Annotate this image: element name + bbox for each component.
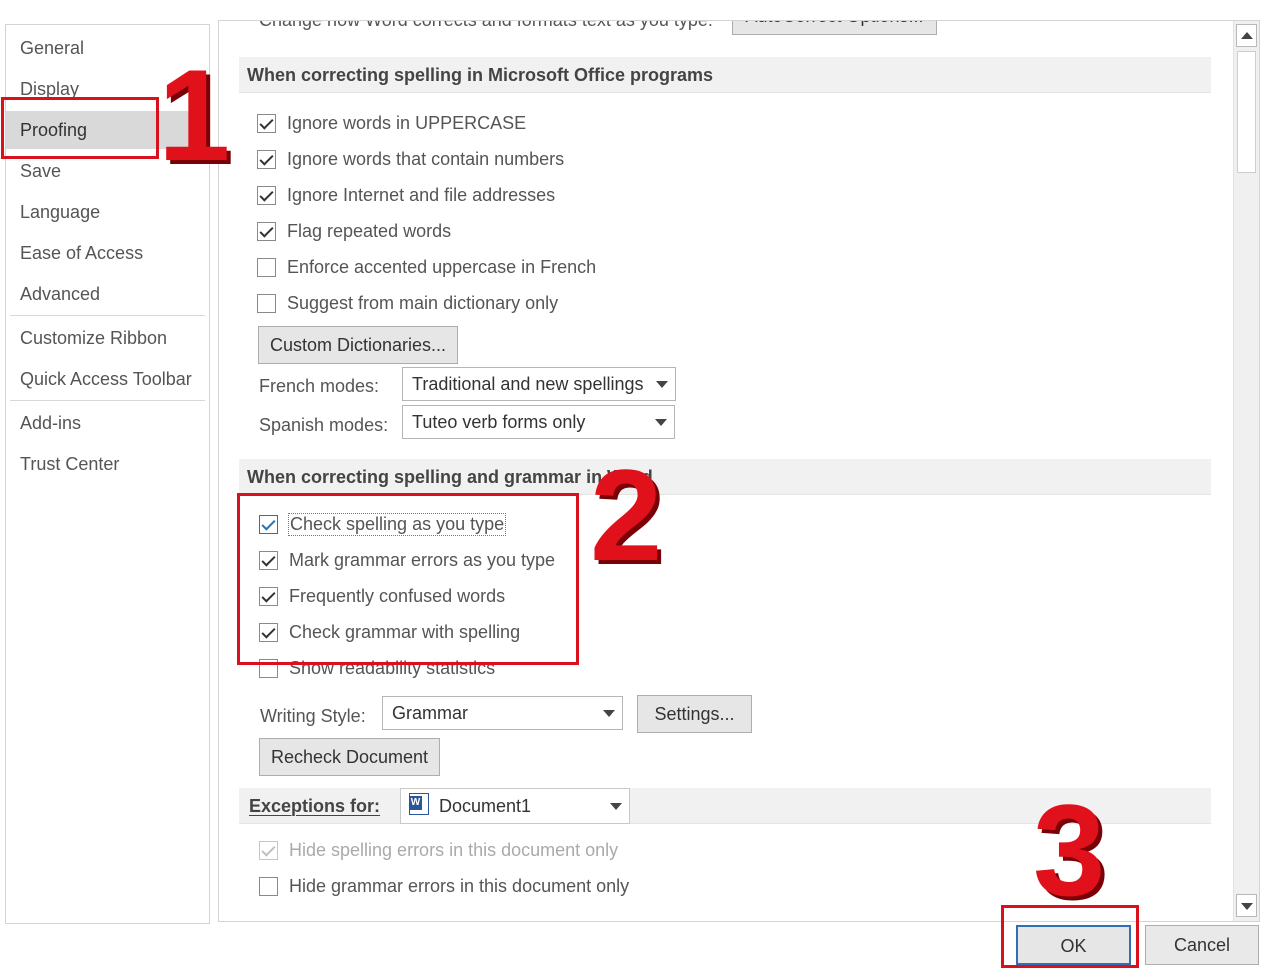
option-check-spelling-as-you-type[interactable]: Check spelling as you type: [259, 511, 507, 537]
ok-button[interactable]: OK: [1016, 925, 1131, 965]
option-label: Ignore Internet and file addresses: [287, 184, 556, 205]
option-hide-spelling-errors[interactable]: Hide spelling errors in this document on…: [259, 837, 618, 863]
nav-item-advanced[interactable]: Advanced: [6, 275, 209, 313]
checkbox[interactable]: [257, 113, 276, 133]
nav-separator: [10, 400, 205, 401]
cancel-button[interactable]: Cancel: [1145, 925, 1259, 965]
option-label: Check spelling as you type: [287, 512, 507, 536]
checkbox[interactable]: [259, 550, 278, 570]
scrollbar-thumb[interactable]: [1237, 51, 1256, 173]
dropdown-value: Traditional and new spellings: [412, 374, 644, 394]
section-office-spelling: When correcting spelling in Microsoft Of…: [239, 57, 1211, 93]
option-label: Suggest from main dictionary only: [287, 292, 559, 313]
scroll-down-icon[interactable]: [1236, 894, 1257, 917]
dropdown-value: Tuteo verb forms only: [412, 412, 586, 432]
option-label: Frequently confused words: [289, 585, 506, 606]
word-document-icon: [409, 793, 429, 815]
option-label: Enforce accented uppercase in French: [287, 256, 597, 277]
option-label: Hide grammar errors in this document onl…: [289, 875, 630, 896]
checkbox[interactable]: [257, 149, 276, 169]
checkbox[interactable]: [257, 257, 276, 277]
option-label: Mark grammar errors as you type: [289, 549, 556, 570]
recheck-document-button[interactable]: Recheck Document: [259, 738, 440, 776]
french-modes-dropdown[interactable]: Traditional and new spellings: [402, 367, 676, 401]
step-marker-1: 1: [158, 42, 231, 188]
option-show-readability-statistics[interactable]: Show readability statistics: [259, 655, 495, 681]
checkbox[interactable]: [259, 876, 278, 896]
french-modes-label: French modes:: [259, 376, 380, 396]
option-check-grammar-with-spelling[interactable]: Check grammar with spelling: [259, 619, 520, 645]
option-hide-grammar-errors[interactable]: Hide grammar errors in this document onl…: [259, 873, 629, 899]
step-marker-3: 3: [1033, 777, 1106, 923]
option-label: Ignore words that contain numbers: [287, 148, 565, 169]
option-main-dictionary-only[interactable]: Suggest from main dictionary only: [257, 290, 558, 316]
spanish-modes-dropdown[interactable]: Tuteo verb forms only: [402, 405, 675, 439]
checkbox[interactable]: [259, 658, 278, 678]
checkbox[interactable]: [257, 185, 276, 205]
nav-item-language[interactable]: Language: [6, 193, 209, 231]
option-label: Check grammar with spelling: [289, 621, 521, 642]
option-enforce-accented-uppercase[interactable]: Enforce accented uppercase in French: [257, 254, 596, 280]
option-flag-repeated-words[interactable]: Flag repeated words: [257, 218, 451, 244]
writing-style-dropdown[interactable]: Grammar: [382, 696, 623, 730]
nav-item-add-ins[interactable]: Add-ins: [6, 404, 209, 442]
option-label: Ignore words in UPPERCASE: [287, 112, 527, 133]
writing-style-label: Writing Style:: [260, 706, 366, 726]
nav-separator: [10, 315, 205, 316]
nav-item-trust-center[interactable]: Trust Center: [6, 445, 209, 483]
checkbox[interactable]: [259, 514, 278, 534]
option-mark-grammar-errors[interactable]: Mark grammar errors as you type: [259, 547, 555, 573]
dropdown-value: Document1: [439, 796, 532, 816]
spanish-modes-label: Spanish modes:: [259, 415, 389, 435]
option-label: Hide spelling errors in this document on…: [289, 839, 619, 860]
chevron-down-icon: [655, 419, 667, 426]
dropdown-value: Grammar: [392, 703, 468, 723]
custom-dictionaries-button[interactable]: Custom Dictionaries...: [258, 326, 458, 364]
section-word-spelling-grammar: When correcting spelling and grammar in …: [239, 459, 1211, 495]
chevron-down-icon: [656, 381, 668, 388]
nav-item-customize-ribbon[interactable]: Customize Ribbon: [6, 319, 209, 357]
exceptions-document-dropdown[interactable]: Document1: [400, 788, 630, 824]
settings-button[interactable]: Settings...: [637, 695, 752, 733]
chevron-down-icon: [603, 710, 615, 717]
option-label: Show readability statistics: [289, 657, 496, 678]
checkbox[interactable]: [259, 622, 278, 642]
checkbox[interactable]: [257, 293, 276, 313]
autocorrect-description: Change how Word corrects and formats tex…: [259, 20, 713, 30]
nav-item-ease-of-access[interactable]: Ease of Access: [6, 234, 209, 272]
checkbox[interactable]: [259, 840, 278, 860]
option-label: Flag repeated words: [287, 220, 452, 241]
option-frequently-confused-words[interactable]: Frequently confused words: [259, 583, 505, 609]
scroll-up-icon[interactable]: [1236, 24, 1257, 47]
autocorrect-options-button[interactable]: AutoCorrect Options...: [732, 21, 937, 35]
nav-item-quick-access-toolbar[interactable]: Quick Access Toolbar: [6, 360, 209, 398]
vertical-scrollbar[interactable]: [1233, 21, 1259, 921]
checkbox[interactable]: [257, 221, 276, 241]
option-ignore-numbers[interactable]: Ignore words that contain numbers: [257, 146, 564, 172]
option-ignore-uppercase[interactable]: Ignore words in UPPERCASE: [257, 110, 526, 136]
option-ignore-internet-addresses[interactable]: Ignore Internet and file addresses: [257, 182, 555, 208]
chevron-down-icon: [610, 803, 622, 810]
exceptions-label: Exceptions for:: [249, 796, 381, 816]
step-marker-2: 2: [590, 442, 663, 588]
checkbox[interactable]: [259, 586, 278, 606]
